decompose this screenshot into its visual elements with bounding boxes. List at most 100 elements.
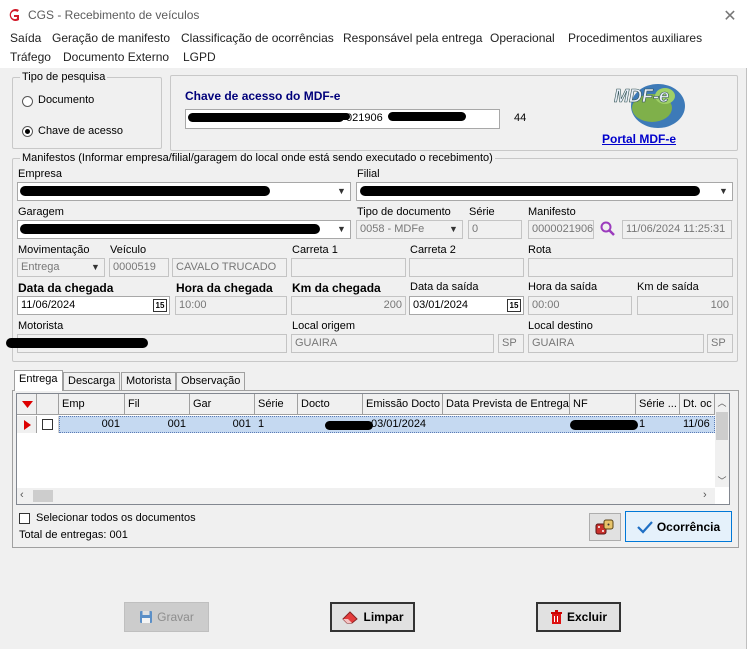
- search-icon[interactable]: [599, 220, 616, 237]
- vertical-scrollbar[interactable]: ︿ ﹀: [715, 394, 729, 487]
- mdfe-logo-text: MDF-e: [614, 86, 669, 106]
- data-chegada-value: 11/06/2024: [21, 299, 76, 311]
- menu-saida[interactable]: Saída: [10, 31, 41, 45]
- carreta2-field[interactable]: [409, 258, 524, 277]
- close-icon[interactable]: ✕: [722, 6, 738, 26]
- tipo-doc-value: 0058 - MDFe: [360, 223, 425, 235]
- grid-header-nf-serie[interactable]: Série ...: [636, 394, 680, 415]
- limpar-button[interactable]: Limpar: [330, 602, 415, 632]
- grid-header-docto[interactable]: Docto: [298, 394, 363, 415]
- gravar-button[interactable]: Gravar: [124, 602, 209, 632]
- veiculo-code-field[interactable]: 0000519: [109, 258, 169, 277]
- carreta1-field[interactable]: [291, 258, 406, 277]
- veiculo-label: Veículo: [110, 244, 147, 256]
- redaction: [270, 113, 350, 120]
- mdfe-key-label: Chave de acesso do MDF-e: [185, 89, 341, 103]
- manifesto-field[interactable]: 0000021906: [528, 220, 594, 239]
- select-all-label: Selecionar todos os documentos: [36, 512, 196, 524]
- calendar-icon[interactable]: 15: [153, 299, 167, 312]
- movimentacao-select[interactable]: Entrega ▼: [17, 258, 105, 277]
- data-chegada-field[interactable]: 11/06/2024 15: [17, 296, 170, 315]
- row-pointer-icon: [24, 420, 31, 430]
- radio-chave-acesso-label: Chave de acesso: [38, 125, 123, 137]
- scroll-left-icon[interactable]: ‹: [20, 489, 24, 501]
- tab-entrega[interactable]: Entrega: [14, 370, 63, 391]
- km-chegada-field[interactable]: 200: [291, 296, 406, 315]
- menu-trafego[interactable]: Tráfego: [10, 50, 51, 64]
- local-origem-label: Local origem: [292, 320, 355, 332]
- menu-procedimentos-auxiliares[interactable]: Procedimentos auxiliares: [568, 31, 702, 45]
- data-saida-field[interactable]: 03/01/2024 15: [409, 296, 524, 315]
- tipo-doc-select[interactable]: 0058 - MDFe ▼: [356, 220, 463, 239]
- menu-operacional[interactable]: Operacional: [490, 31, 555, 45]
- select-all-checkbox[interactable]: [19, 513, 30, 524]
- grid-header-gar[interactable]: Gar: [190, 394, 255, 415]
- chevron-down-icon[interactable]: ▼: [716, 184, 731, 199]
- manifesto-datetime-field[interactable]: 11/06/2024 11:25:31: [622, 220, 732, 239]
- dice-button[interactable]: [589, 513, 621, 541]
- deliveries-grid[interactable]: Emp Fil Gar Série Docto Emissão Docto Da…: [16, 393, 730, 505]
- redaction: [360, 186, 700, 196]
- scroll-up-icon[interactable]: ︿: [715, 396, 729, 409]
- hora-saida-label: Hora da saída: [528, 281, 598, 293]
- excluir-button[interactable]: Excluir: [536, 602, 621, 632]
- scroll-thumb-horizontal[interactable]: [33, 490, 53, 502]
- radio-chave-acesso[interactable]: [22, 126, 33, 137]
- rota-field[interactable]: [528, 258, 733, 277]
- grid-header-emp[interactable]: Emp: [59, 394, 125, 415]
- grid-header-check: [37, 394, 59, 415]
- grid-header-serie[interactable]: Série: [255, 394, 298, 415]
- menu-geracao-manifesto[interactable]: Geração de manifesto: [52, 31, 170, 45]
- chevron-down-icon[interactable]: ▼: [446, 222, 461, 237]
- chevron-down-icon[interactable]: ▼: [334, 184, 349, 199]
- cell-gar: 001: [232, 418, 251, 430]
- local-destino-city-field[interactable]: GUAIRA: [528, 334, 704, 353]
- grid-header-dt-oc[interactable]: Dt. oc: [680, 394, 715, 415]
- local-origem-city-field[interactable]: GUAIRA: [291, 334, 494, 353]
- cell-fil: 001: [167, 418, 186, 430]
- redaction: [388, 112, 466, 121]
- local-destino-label: Local destino: [528, 320, 593, 332]
- km-saida-field[interactable]: 100: [637, 296, 733, 315]
- grid-header-data-prevista[interactable]: Data Prevista de Entrega: [443, 394, 570, 415]
- sort-down-icon[interactable]: [22, 401, 33, 409]
- hora-chegada-field[interactable]: 10:00: [175, 296, 287, 315]
- cell-dt-oc: 11/06: [683, 418, 710, 430]
- redaction: [570, 420, 638, 430]
- radio-documento[interactable]: [22, 96, 33, 107]
- menu-lgpd[interactable]: LGPD: [183, 50, 216, 64]
- app-logo-icon: [9, 9, 19, 21]
- search-type-group: [12, 77, 162, 149]
- excluir-label: Excluir: [566, 610, 608, 624]
- menu-classificacao-ocorrencias[interactable]: Classificação de ocorrências: [181, 31, 334, 45]
- grid-header-fil[interactable]: Fil: [125, 394, 190, 415]
- scroll-thumb[interactable]: [716, 412, 728, 440]
- tab-entrega-label: Entrega: [19, 373, 58, 385]
- row-checkbox[interactable]: [42, 419, 53, 430]
- tab-motorista[interactable]: Motorista: [121, 372, 177, 390]
- save-icon: [140, 611, 153, 623]
- mdfe-logo-icon: MDF-e: [614, 84, 685, 128]
- menu-responsavel-entrega[interactable]: Responsável pela entrega: [343, 31, 482, 45]
- menu-documento-externo[interactable]: Documento Externo: [63, 50, 169, 64]
- motorista-label: Motorista: [18, 320, 64, 332]
- scroll-right-icon[interactable]: ›: [703, 489, 707, 501]
- tab-observacao[interactable]: Observação: [176, 372, 246, 390]
- horizontal-scrollbar[interactable]: ‹ ›: [17, 488, 715, 504]
- grid-header-indicator: [17, 394, 37, 415]
- serie-field[interactable]: 0: [468, 220, 522, 239]
- row-indicator: [17, 416, 37, 433]
- carreta2-label: Carreta 2: [410, 244, 456, 256]
- tab-descarga[interactable]: Descarga: [63, 372, 121, 390]
- ocorrencia-button[interactable]: Ocorrência: [625, 511, 732, 542]
- trash-icon: [550, 609, 562, 624]
- calendar-icon[interactable]: 15: [507, 299, 521, 312]
- chevron-down-icon[interactable]: ▼: [88, 260, 103, 275]
- grid-header-emissao[interactable]: Emissão Docto: [363, 394, 443, 415]
- scroll-down-icon[interactable]: ﹀: [715, 474, 729, 487]
- portal-mdfe-link[interactable]: Portal MDF-e: [602, 132, 676, 146]
- chevron-down-icon[interactable]: ▼: [334, 222, 349, 237]
- tipo-doc-label: Tipo de documento: [357, 206, 451, 218]
- grid-header-nf[interactable]: NF: [570, 394, 636, 415]
- hora-saida-field[interactable]: 00:00: [528, 296, 632, 315]
